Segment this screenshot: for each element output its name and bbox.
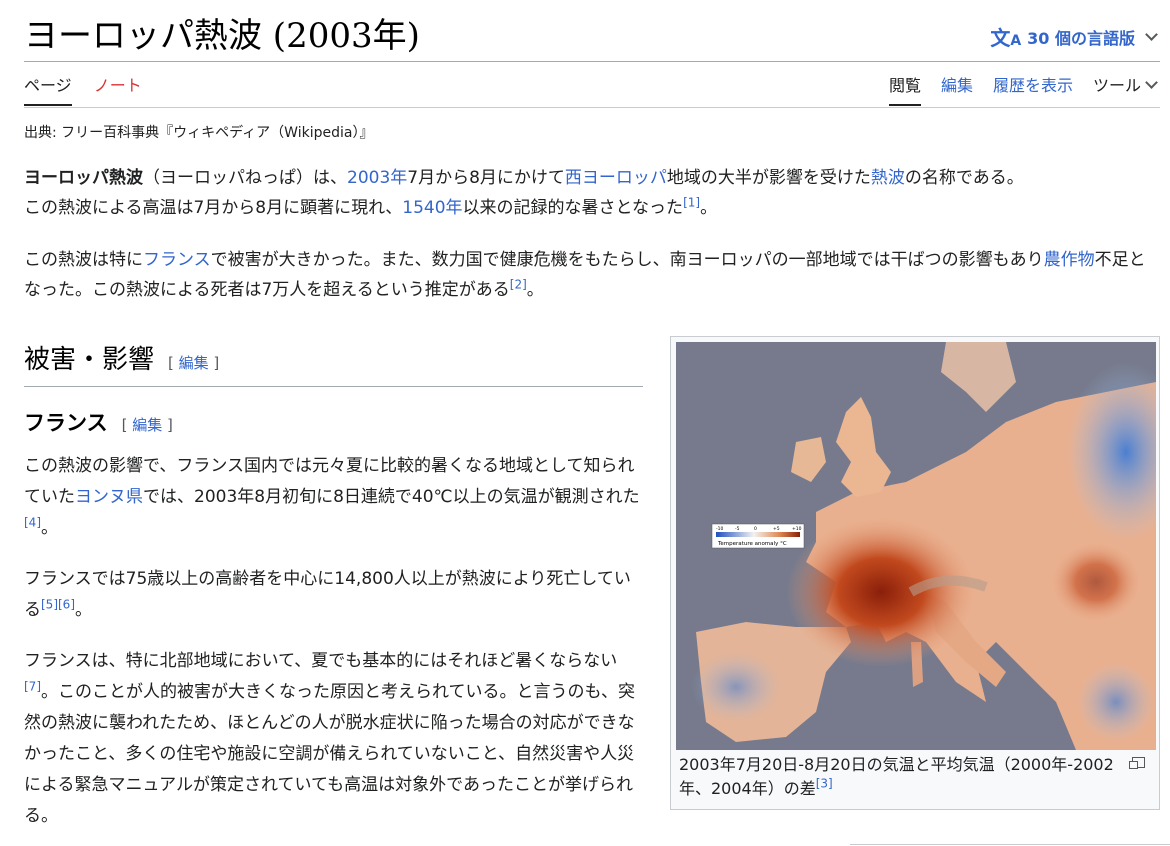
- southeast-cold-area: [1076, 662, 1156, 742]
- tabs-divider: [24, 107, 1160, 108]
- tab-history[interactable]: 履歴を表示: [993, 72, 1073, 104]
- text: 。: [75, 600, 92, 620]
- intro-paragraph-1: ヨーロッパ熱波（ヨーロッパねっぱ）は、2003年7月から8月にかけて西ヨーロッパ…: [24, 163, 1024, 223]
- link-yonne[interactable]: ヨンヌ県: [75, 487, 143, 507]
- text: 7月から8月にかけて: [407, 168, 565, 188]
- text: 。: [41, 518, 58, 538]
- text: では、2003年8月初旬に8日連続で40℃以上の気温が観測された: [143, 487, 640, 507]
- reference-5[interactable]: [5]: [41, 597, 58, 611]
- temperature-anomaly-map[interactable]: -10 -5 0 +5 +10 Temperature anomaly °C: [676, 342, 1156, 750]
- link-crops[interactable]: 農作物: [1044, 250, 1095, 270]
- subsection-heading: フランス [ 編集 ]: [24, 406, 173, 442]
- legend-tick-label: -10: [716, 526, 723, 532]
- link-western-europe[interactable]: 西ヨーロッパ: [565, 168, 667, 188]
- chevron-down-icon: [1145, 28, 1158, 41]
- legend-label: Temperature anomaly °C: [717, 541, 787, 547]
- text: 地域の大半が影響を受けた: [666, 168, 871, 188]
- legend-tick-label: -5: [735, 526, 740, 532]
- legend-tick-label: 0: [754, 526, 757, 532]
- section-heading: 被害・影響 [ 編集 ]: [24, 340, 219, 383]
- edit-link[interactable]: 編集: [132, 416, 162, 434]
- page-title: ヨーロッパ熱波 (2003年): [24, 16, 420, 56]
- text: フランスでは75歳以上の高齢者を中心に14,800人以上が熱波により死亡している: [24, 569, 631, 620]
- bottom-divider: [850, 844, 1170, 845]
- map-legend: -10 -5 0 +5 +10 Temperature anomaly °C: [711, 523, 805, 549]
- namespace-tabs: ページ ノート: [24, 72, 142, 106]
- title-divider: [24, 61, 1160, 62]
- text: この熱波は特に: [24, 250, 143, 270]
- intro-paragraph-2: この熱波は特にフランスで被害が大きかった。また、数力国で健康危機をもたらし、南ヨ…: [24, 245, 1160, 305]
- view-tabs: 閲覧 編集 履歴を表示 ツール: [888, 72, 1160, 106]
- figure-caption: 2003年7月20日-8月20日の気温と平均気温（2000年-2002年、200…: [679, 753, 1129, 801]
- text: 。このことが人的被害が大きくなった原因と考えられている。と言うのも、突然の熱波に…: [24, 682, 635, 826]
- france-paragraph-3: フランスは、特に北部地域において、夏でも基本的にはそれほど暑くならない [7]。こ…: [24, 646, 644, 832]
- text: 。: [700, 198, 718, 218]
- france-paragraph-2: フランスでは75歳以上の高齢者を中心に14,800人以上が熱波により死亡している…: [24, 564, 644, 626]
- reference-2[interactable]: [2]: [510, 277, 527, 291]
- text: の名称である。: [904, 168, 1024, 188]
- subsection-edit-link: [ 編集 ]: [121, 416, 173, 434]
- section-title: 被害・影響: [24, 345, 155, 375]
- tab-edit[interactable]: 編集: [941, 72, 973, 104]
- reference-1[interactable]: [1]: [683, 195, 700, 209]
- link-1540[interactable]: 1540年: [402, 198, 462, 218]
- tab-page[interactable]: ページ: [24, 72, 72, 106]
- tab-talk[interactable]: ノート: [94, 72, 142, 106]
- text: （ヨーロッパねっぱ）は、: [143, 168, 347, 188]
- text: この熱波による高温は7月から8月に顕著に現れ、: [24, 198, 403, 218]
- balkan-warm-spot: [1051, 542, 1141, 622]
- article-subject: ヨーロッパ熱波: [24, 168, 143, 188]
- reference-7[interactable]: [7]: [24, 679, 41, 693]
- link-france[interactable]: フランス: [143, 250, 211, 270]
- text: 。: [526, 280, 544, 300]
- tools-menu[interactable]: ツール: [1093, 72, 1160, 104]
- reference-4[interactable]: [4]: [24, 515, 41, 529]
- section-divider: [24, 386, 643, 387]
- text: で被害が大きかった。また、数力国で健康危機をもたらし、南ヨーロッパの一部地域では…: [210, 250, 1044, 270]
- source-line: 出典: フリー百科事典『ウィキペディア（Wikipedia）』: [24, 125, 374, 141]
- link-heat-wave[interactable]: 熱波: [871, 168, 905, 188]
- chevron-down-icon: [1145, 75, 1158, 89]
- magnify-icon[interactable]: [1129, 757, 1145, 769]
- link-2003[interactable]: 2003年: [347, 168, 407, 188]
- iberia-cold-area: [691, 652, 781, 722]
- language-count-label: 30 個の言語版: [1027, 28, 1135, 48]
- edit-link[interactable]: 編集: [179, 354, 209, 372]
- translate-icon: 文A: [990, 26, 1022, 50]
- legend-color-bar: [716, 532, 800, 537]
- legend-tick-label: +5: [773, 526, 780, 532]
- caption-text: 2003年7月20日-8月20日の気温と平均気温（2000年-2002年、200…: [679, 755, 1114, 798]
- subsection-title: フランス: [24, 411, 108, 435]
- figure-thumbnail: -10 -5 0 +5 +10 Temperature anomaly °C 2003年…: [670, 336, 1160, 810]
- text: フランスは、特に北部地域において、夏でも基本的にはそれほど暑くならない: [24, 651, 618, 671]
- france-paragraph-1: この熱波の影響で、フランス国内では元々夏に比較的暑くなる地域として知られていたヨ…: [24, 451, 644, 544]
- france-hot-spot: [786, 517, 976, 667]
- text: 以来の記録的な暑さとなった: [462, 198, 684, 218]
- section-edit-link: [ 編集 ]: [168, 354, 220, 372]
- legend-tick-label: +10: [792, 526, 802, 532]
- reference-3[interactable]: [3]: [816, 777, 833, 791]
- language-selector-button[interactable]: 文A 30 個の言語版: [990, 22, 1160, 51]
- tab-read[interactable]: 閲覧: [888, 72, 921, 106]
- reference-6[interactable]: [6]: [58, 597, 75, 611]
- tools-label: ツール: [1092, 76, 1141, 95]
